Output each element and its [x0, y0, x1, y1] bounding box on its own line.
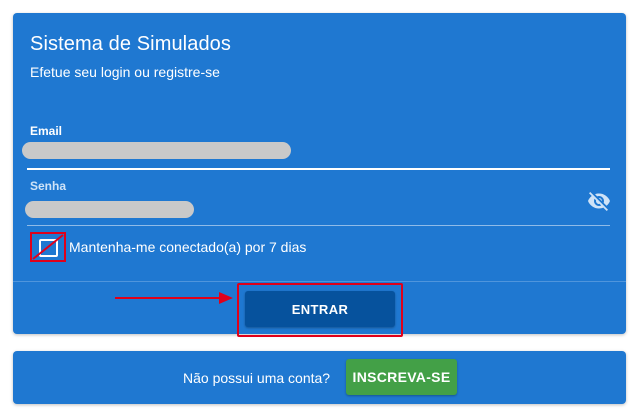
page-title: Sistema de Simulados [30, 33, 231, 55]
password-label: Senha [30, 179, 67, 193]
signup-card: Não possui uma conta? INSCREVA-SE [13, 351, 626, 404]
entrar-button[interactable]: ENTRAR [245, 291, 395, 327]
remember-me-row: Mantenha-me conectado(a) por 7 dias [30, 232, 306, 262]
password-field-underline [27, 225, 610, 226]
eye-off-icon[interactable] [587, 189, 611, 213]
remember-me-checkbox[interactable] [30, 232, 66, 262]
password-field[interactable] [25, 201, 194, 218]
email-field[interactable] [22, 142, 291, 159]
email-field-underline [27, 168, 610, 170]
signup-button[interactable]: INSCREVA-SE [346, 359, 457, 395]
remember-me-label[interactable]: Mantenha-me conectado(a) por 7 dias [69, 239, 306, 255]
card-actions-divider [13, 281, 626, 282]
email-label: Email [30, 124, 63, 138]
arrow-right-icon [115, 292, 233, 304]
signup-question: Não possui uma conta? [183, 370, 331, 386]
login-card: Sistema de Simulados Efetue seu login ou… [13, 13, 626, 337]
page-subtitle: Efetue seu login ou registre-se [30, 64, 220, 80]
login-page: Sistema de Simulados Efetue seu login ou… [0, 0, 640, 417]
checkbox-square-icon [39, 239, 58, 257]
